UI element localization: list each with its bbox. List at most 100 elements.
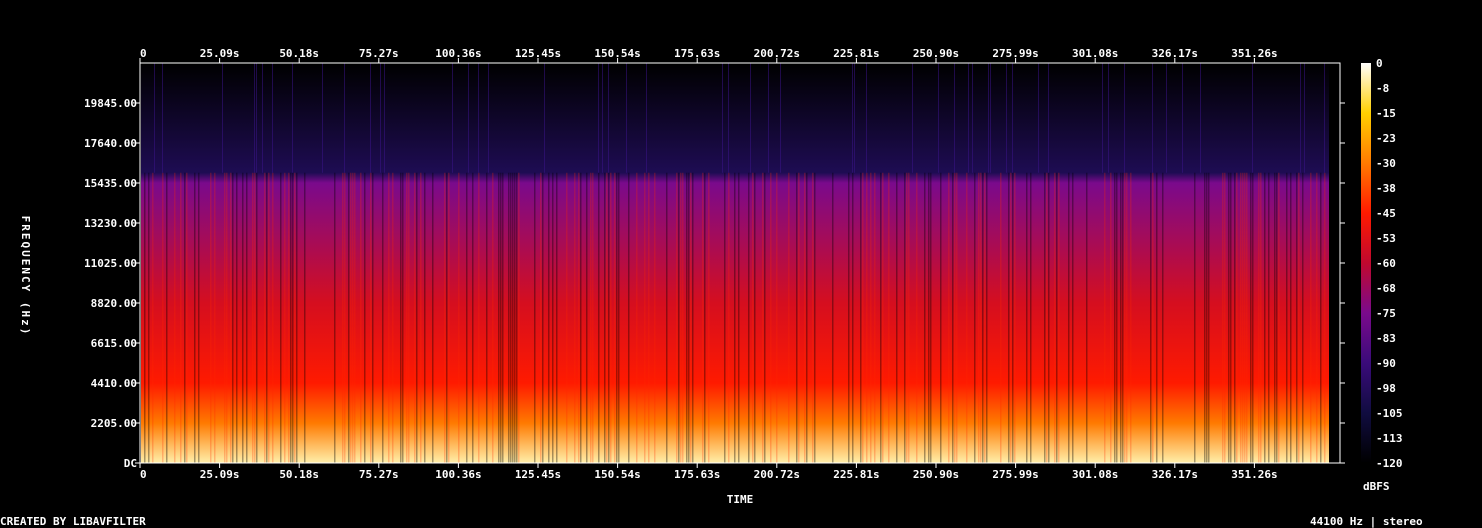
hf-stripe bbox=[322, 63, 323, 173]
time-stripe bbox=[686, 172, 688, 464]
time-stripe bbox=[724, 172, 726, 464]
time-stripe bbox=[1124, 172, 1126, 464]
time-stripe bbox=[194, 172, 196, 464]
colorbar-tick-label: -53 bbox=[1376, 232, 1396, 245]
time-stripe bbox=[832, 172, 834, 464]
time-stripe bbox=[272, 172, 274, 464]
time-stripe bbox=[1026, 172, 1028, 464]
hf-stripe bbox=[222, 63, 223, 173]
x-tick-label-top: 0 bbox=[140, 47, 147, 60]
hf-stripe bbox=[162, 63, 163, 173]
time-stripe bbox=[226, 172, 228, 464]
hf-stripe bbox=[1166, 63, 1167, 173]
time-stripe bbox=[350, 172, 352, 464]
x-tick-label-bottom: 50.18s bbox=[279, 468, 319, 481]
time-stripe bbox=[1054, 172, 1056, 464]
time-stripe bbox=[882, 172, 884, 464]
time-stripe bbox=[246, 172, 248, 464]
time-stripe bbox=[688, 172, 690, 464]
time-stripe bbox=[534, 172, 536, 464]
time-stripe bbox=[1046, 172, 1048, 464]
time-stripe bbox=[648, 172, 650, 464]
y-axis-label: FREQUENCY (Hz) bbox=[19, 216, 32, 337]
time-stripe bbox=[284, 172, 286, 464]
x-tick-label-bottom: 0 bbox=[140, 468, 147, 481]
time-stripe bbox=[416, 172, 418, 464]
time-stripe bbox=[518, 172, 520, 464]
hf-stripe bbox=[1182, 63, 1183, 173]
hf-stripe bbox=[468, 63, 469, 173]
hf-stripe bbox=[626, 63, 627, 173]
time-stripe bbox=[616, 172, 618, 464]
colorbar-tick-label: -60 bbox=[1376, 257, 1396, 270]
time-stripe bbox=[1014, 172, 1016, 464]
time-stripe bbox=[908, 172, 910, 464]
y-tick-label: 4410.00 bbox=[91, 377, 137, 390]
time-stripe bbox=[1244, 172, 1246, 464]
colorbar-tick-label: -68 bbox=[1376, 282, 1396, 295]
colorbar-tick-label: -113 bbox=[1376, 432, 1403, 445]
colorbar-tick-label: -105 bbox=[1376, 407, 1403, 420]
footer-created-by: CREATED BY LIBAVFILTER bbox=[0, 515, 146, 528]
hf-stripe bbox=[1012, 63, 1013, 173]
x-tick-label-top: 326.17s bbox=[1152, 47, 1198, 60]
x-tick-label-bottom: 301.08s bbox=[1072, 468, 1118, 481]
colorbar-ticks: 0 -8 -15 -23 -30 -38 -45 -53 -60 -68 -75 -83 -90 -98 -… bbox=[1376, 57, 1403, 470]
y-tick-label: 17640.00 bbox=[84, 137, 137, 150]
time-stripe bbox=[256, 172, 258, 464]
time-stripe bbox=[866, 172, 868, 464]
time-stripe bbox=[586, 172, 588, 464]
time-stripe bbox=[1152, 172, 1154, 464]
time-stripe bbox=[770, 172, 772, 464]
time-stripe bbox=[1250, 172, 1252, 464]
time-stripe bbox=[1242, 172, 1244, 464]
x-tick-label-bottom: 75.27s bbox=[359, 468, 399, 481]
time-stripe bbox=[348, 172, 350, 464]
time-stripe bbox=[590, 172, 592, 464]
time-stripe bbox=[342, 172, 344, 464]
time-stripe bbox=[1044, 172, 1046, 464]
time-stripe bbox=[514, 172, 516, 464]
time-stripe bbox=[978, 172, 980, 464]
hf-stripe bbox=[1200, 63, 1201, 173]
time-stripe bbox=[1000, 172, 1002, 464]
time-stripe bbox=[896, 172, 898, 464]
hf-stripe bbox=[780, 63, 781, 173]
time-stripe bbox=[754, 172, 756, 464]
time-stripe bbox=[252, 172, 254, 464]
colorbar-tick-label: 0 bbox=[1376, 57, 1383, 70]
time-stripe bbox=[1298, 172, 1300, 464]
time-stripe bbox=[796, 172, 798, 464]
time-stripe bbox=[1260, 172, 1262, 464]
y-tick-label: 2205.00 bbox=[91, 417, 137, 430]
time-stripe bbox=[224, 172, 226, 464]
time-stripe bbox=[1030, 172, 1032, 464]
time-stripe bbox=[966, 172, 968, 464]
time-stripe bbox=[984, 172, 986, 464]
time-stripe bbox=[608, 172, 610, 464]
time-stripe bbox=[1302, 172, 1304, 464]
time-stripe bbox=[198, 172, 200, 464]
time-stripe bbox=[466, 172, 468, 464]
time-stripe bbox=[162, 172, 164, 464]
hf-stripe bbox=[1324, 63, 1325, 173]
hf-stripe bbox=[256, 63, 257, 173]
time-stripe bbox=[1150, 172, 1152, 464]
time-stripe bbox=[1222, 172, 1224, 464]
time-stripe bbox=[1058, 172, 1060, 464]
colorbar bbox=[1361, 63, 1371, 463]
time-stripe bbox=[408, 172, 410, 464]
time-stripe bbox=[266, 172, 268, 464]
time-stripe bbox=[940, 172, 942, 464]
hf-stripe bbox=[1304, 63, 1305, 173]
time-stripe bbox=[930, 172, 932, 464]
time-stripe bbox=[1310, 172, 1312, 464]
time-stripe bbox=[296, 172, 298, 464]
time-stripe bbox=[548, 172, 550, 464]
time-stripe bbox=[1114, 172, 1116, 464]
time-stripe bbox=[420, 172, 422, 464]
colorbar-tick-label: -83 bbox=[1376, 332, 1396, 345]
x-tick-label-top: 250.90s bbox=[913, 47, 959, 60]
hf-stripe bbox=[852, 63, 853, 173]
time-stripe bbox=[556, 172, 558, 464]
